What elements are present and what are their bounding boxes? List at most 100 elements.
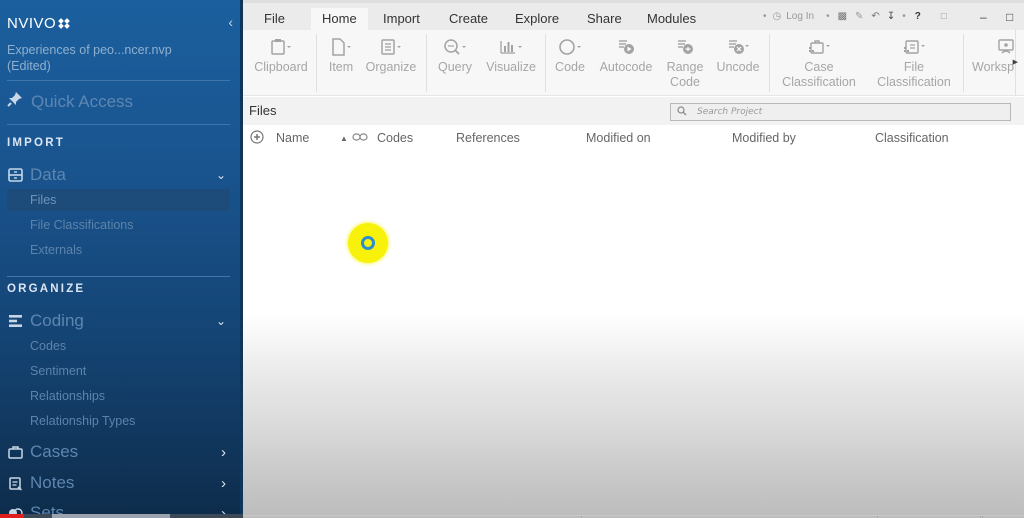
button-label: Code bbox=[555, 60, 585, 74]
navigation-sidebar: NVIVO ‹ Experiences of peo...ncer.nvp (E… bbox=[0, 0, 243, 518]
nvivo-logo: NVIVO bbox=[7, 15, 71, 32]
panel-title: Files bbox=[249, 103, 277, 118]
quick-access-button[interactable]: Quick Access bbox=[7, 91, 133, 112]
organize-button[interactable]: Organize bbox=[363, 34, 419, 75]
chevron-down-icon: ⌄ bbox=[215, 314, 226, 328]
query-button[interactable]: Query bbox=[435, 34, 475, 75]
ribbon-separator bbox=[545, 34, 546, 92]
group-label: Notes bbox=[30, 473, 75, 492]
button-label: Clipboard bbox=[254, 60, 308, 74]
dot-separator-icon: • bbox=[826, 11, 830, 22]
ribbon-separator bbox=[963, 34, 964, 92]
group-label: Cases bbox=[30, 442, 79, 461]
button-label: Autocode bbox=[599, 60, 653, 74]
ribbon-scroll-right-icon[interactable]: ▶ bbox=[1013, 58, 1018, 66]
sidebar-group-coding[interactable]: Coding ⌄ bbox=[7, 311, 232, 331]
save-icon[interactable]: ▩ bbox=[838, 11, 847, 22]
add-column-icon[interactable] bbox=[250, 130, 264, 147]
clipboard-button[interactable]: Clipboard bbox=[251, 34, 311, 75]
feedback-chat-icon[interactable]: □ bbox=[941, 11, 947, 22]
file-classification-button[interactable]: File Classification bbox=[873, 34, 955, 90]
help-button[interactable]: ? bbox=[915, 11, 921, 22]
button-label: Visualize bbox=[486, 60, 536, 74]
search-project-box[interactable] bbox=[670, 103, 1011, 121]
column-header-name[interactable]: Name bbox=[276, 131, 309, 145]
sidebar-item-externals[interactable]: Externals bbox=[7, 239, 230, 261]
file-list-body[interactable] bbox=[243, 150, 1024, 518]
chevron-right-icon: › bbox=[221, 474, 226, 492]
button-label-line1: File bbox=[903, 60, 925, 74]
sidebar-item-relationships[interactable]: Relationships bbox=[7, 385, 230, 407]
column-header-modified-by[interactable]: Modified by bbox=[732, 131, 796, 145]
file-classification-icon bbox=[873, 34, 955, 60]
button-label: Organize bbox=[365, 60, 417, 74]
case-classification-button[interactable]: Case Classification bbox=[779, 34, 859, 90]
project-name: Experiences of peo...ncer.nvp (Edited) bbox=[7, 42, 227, 74]
button-label-line2: Classification bbox=[782, 75, 856, 89]
case-classification-icon bbox=[779, 34, 859, 60]
link-icon bbox=[352, 131, 368, 146]
sort-ascending-icon[interactable]: ▲ bbox=[340, 134, 348, 143]
video-progress-bar[interactable] bbox=[0, 514, 243, 518]
logo-diamonds-icon bbox=[58, 18, 71, 29]
project-status: (Edited) bbox=[7, 59, 51, 73]
mouse-cursor-highlight bbox=[348, 223, 388, 263]
sidebar-item-file-classifications[interactable]: File Classifications bbox=[7, 214, 230, 236]
sidebar-group-cases[interactable]: Cases › bbox=[7, 442, 232, 462]
file-list-header: Name ▲ Codes References Modified on Modi… bbox=[243, 126, 1024, 150]
login-link[interactable]: Log In bbox=[786, 11, 814, 22]
visualize-button[interactable]: Visualize bbox=[483, 34, 539, 75]
organize-icon bbox=[363, 34, 419, 60]
button-label-line1: Range bbox=[666, 60, 704, 74]
workspace-button[interactable]: Worksp bbox=[972, 34, 1016, 75]
collapse-sidebar-button[interactable]: ‹ bbox=[228, 14, 233, 30]
progress-played bbox=[0, 514, 24, 518]
ribbon-separator bbox=[426, 34, 427, 92]
quick-access-label: Quick Access bbox=[31, 91, 134, 111]
column-header-codes[interactable]: Codes bbox=[377, 131, 413, 145]
customize-toolbar-icon[interactable]: ↧ bbox=[887, 11, 895, 22]
search-project-input[interactable] bbox=[693, 107, 993, 117]
column-header-modified-on[interactable]: Modified on bbox=[586, 131, 651, 145]
group-label: Coding bbox=[30, 311, 84, 330]
sidebar-group-notes[interactable]: Notes › bbox=[7, 473, 232, 493]
sidebar-item-files[interactable]: Files bbox=[7, 189, 230, 211]
range-code-icon bbox=[664, 34, 706, 60]
sidebar-divider bbox=[7, 80, 230, 81]
sidebar-item-codes[interactable]: Codes bbox=[7, 335, 230, 357]
uncode-icon bbox=[713, 34, 763, 60]
autocode-icon bbox=[596, 34, 656, 60]
minimize-button[interactable]: – bbox=[980, 10, 987, 24]
range-code-button[interactable]: Range Code bbox=[664, 34, 706, 90]
ribbon-tab-bar: File Home Import Create Explore Share Mo… bbox=[243, 0, 1024, 33]
coding-lines-icon bbox=[7, 313, 23, 329]
sidebar-divider bbox=[7, 124, 230, 125]
column-header-references[interactable]: References bbox=[456, 131, 520, 145]
column-header-classification[interactable]: Classification bbox=[875, 131, 949, 145]
item-button[interactable]: Item bbox=[325, 34, 357, 75]
dot-separator-icon: • bbox=[763, 11, 767, 22]
section-organize-title: ORGANIZE bbox=[7, 283, 86, 295]
maximize-button[interactable]: □ bbox=[1006, 10, 1013, 24]
undo-icon[interactable]: ↶ bbox=[871, 11, 879, 22]
uncode-button[interactable]: Uncode bbox=[713, 34, 763, 75]
code-button[interactable]: Code bbox=[552, 34, 588, 75]
section-import-title: IMPORT bbox=[7, 137, 65, 149]
notes-icon bbox=[7, 475, 23, 491]
chevron-right-icon: › bbox=[221, 443, 226, 461]
code-icon bbox=[552, 34, 588, 60]
group-label: Data bbox=[30, 165, 66, 184]
button-label: Item bbox=[328, 60, 354, 74]
sidebar-item-sentiment[interactable]: Sentiment bbox=[7, 360, 230, 382]
sidebar-item-relationship-types[interactable]: Relationship Types bbox=[7, 410, 230, 432]
button-label: Uncode bbox=[716, 60, 760, 74]
edit-pencil-icon[interactable]: ✎ bbox=[855, 11, 863, 22]
new-item-icon bbox=[325, 34, 357, 60]
sidebar-group-data[interactable]: Data ⌄ bbox=[7, 165, 232, 185]
chevron-down-icon: ⌄ bbox=[215, 168, 226, 182]
visualize-icon bbox=[483, 34, 539, 60]
button-label-line1: Case bbox=[804, 60, 834, 74]
search-icon bbox=[671, 105, 693, 119]
autocode-button[interactable]: Autocode bbox=[596, 34, 656, 75]
data-drawer-icon bbox=[7, 167, 23, 183]
